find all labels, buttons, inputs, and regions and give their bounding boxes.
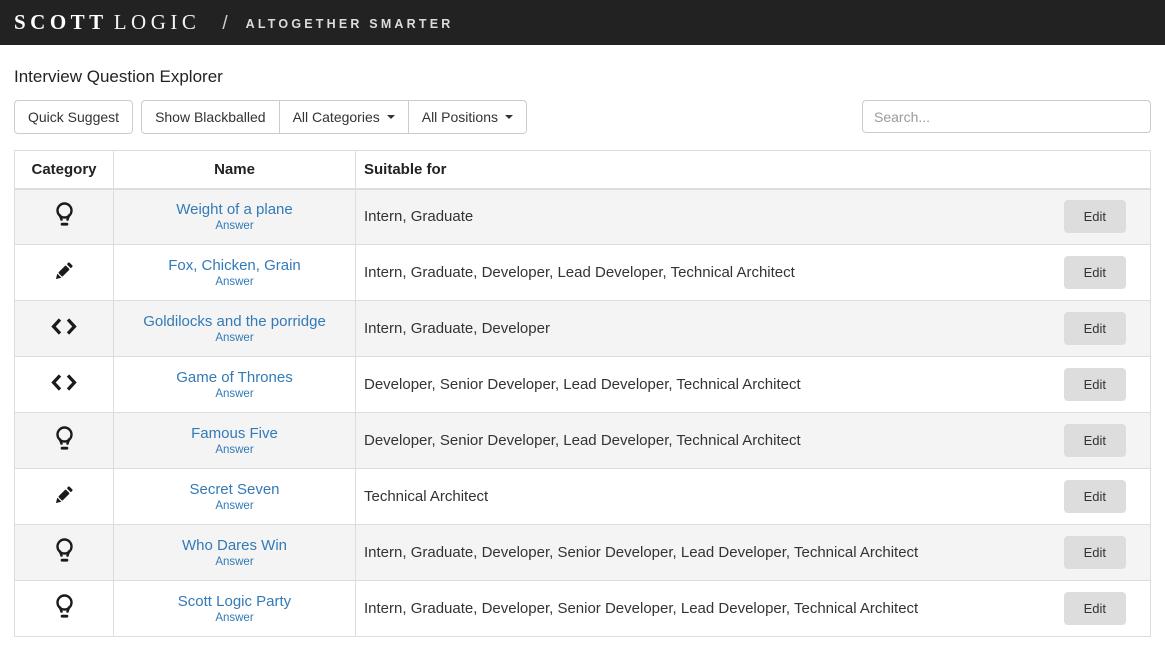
code-icon — [50, 373, 78, 392]
page-title: Interview Question Explorer — [14, 67, 1151, 87]
questions-table: Category Name Suitable for Weight of a p… — [14, 150, 1151, 637]
suitable-for-cell: Intern, Graduate, Developer Edit — [356, 301, 1151, 357]
lightbulb-icon — [54, 593, 75, 620]
suitable-for-text: Intern, Graduate, Developer — [364, 320, 550, 337]
categories-dropdown-label: All Categories — [293, 109, 380, 125]
name-column-header: Name — [114, 151, 356, 189]
answer-link[interactable]: Answer — [114, 500, 355, 512]
name-cell: Scott Logic Party Answer — [114, 581, 356, 637]
suitable-for-cell: Intern, Graduate, Developer, Senior Deve… — [356, 525, 1151, 581]
category-cell — [15, 301, 114, 357]
suitable-for-text: Developer, Senior Developer, Lead Develo… — [364, 376, 801, 393]
brand-separator: / — [222, 13, 227, 35]
scott-logic-logo[interactable]: SCOTT LOGIC / ALTOGETHER SMARTER — [14, 10, 454, 35]
question-name-link[interactable]: Weight of a plane — [114, 201, 355, 218]
filter-button-group: Show Blackballed All Categories All Posi… — [141, 100, 527, 134]
suitable-for-column-header: Suitable for — [356, 151, 1151, 189]
lightbulb-icon — [54, 201, 75, 228]
pencil-icon — [52, 258, 77, 283]
quick-suggest-button[interactable]: Quick Suggest — [14, 100, 133, 134]
category-column-header: Category — [15, 151, 114, 189]
question-row: Scott Logic Party Answer Intern, Graduat… — [15, 581, 1151, 637]
suitable-for-text: Developer, Senior Developer, Lead Develo… — [364, 432, 801, 449]
question-row: Fox, Chicken, Grain Answer Intern, Gradu… — [15, 245, 1151, 301]
page-container: Interview Question Explorer Quick Sugges… — [0, 67, 1165, 637]
edit-button[interactable]: Edit — [1064, 256, 1126, 289]
answer-link[interactable]: Answer — [114, 556, 355, 568]
question-row: Goldilocks and the porridge Answer Inter… — [15, 301, 1151, 357]
name-cell: Secret Seven Answer — [114, 469, 356, 525]
suitable-for-cell: Intern, Graduate, Developer, Senior Deve… — [356, 581, 1151, 637]
suitable-for-cell: Technical Architect Edit — [356, 469, 1151, 525]
positions-dropdown[interactable]: All Positions — [408, 100, 527, 134]
category-cell — [15, 469, 114, 525]
suitable-for-text: Intern, Graduate — [364, 208, 473, 225]
answer-link[interactable]: Answer — [114, 612, 355, 624]
suitable-for-cell: Developer, Senior Developer, Lead Develo… — [356, 357, 1151, 413]
name-cell: Famous Five Answer — [114, 413, 356, 469]
lightbulb-icon — [54, 537, 75, 564]
suitable-for-text: Intern, Graduate, Developer, Senior Deve… — [364, 544, 918, 561]
suitable-for-cell: Intern, Graduate, Developer, Lead Develo… — [356, 245, 1151, 301]
caret-down-icon — [505, 115, 513, 119]
categories-dropdown[interactable]: All Categories — [279, 100, 409, 134]
toolbar: Quick Suggest Show Blackballed All Categ… — [14, 100, 1151, 134]
suitable-for-cell: Intern, Graduate Edit — [356, 189, 1151, 245]
category-cell — [15, 413, 114, 469]
edit-button[interactable]: Edit — [1064, 312, 1126, 345]
answer-link[interactable]: Answer — [114, 220, 355, 232]
caret-down-icon — [387, 115, 395, 119]
brand-tagline: ALTOGETHER SMARTER — [246, 17, 454, 31]
category-cell — [15, 581, 114, 637]
code-icon — [50, 317, 78, 336]
pencil-icon — [52, 482, 77, 507]
question-name-link[interactable]: Secret Seven — [114, 481, 355, 498]
question-name-link[interactable]: Famous Five — [114, 425, 355, 442]
category-cell — [15, 245, 114, 301]
brand-logic: LOGIC — [114, 10, 201, 35]
table-header-row: Category Name Suitable for — [15, 151, 1151, 189]
question-name-link[interactable]: Who Dares Win — [114, 537, 355, 554]
category-cell — [15, 357, 114, 413]
brand-scott: SCOTT — [14, 10, 108, 35]
answer-link[interactable]: Answer — [114, 332, 355, 344]
suitable-for-text: Intern, Graduate, Developer, Lead Develo… — [364, 264, 795, 281]
name-cell: Game of Thrones Answer — [114, 357, 356, 413]
question-row: Famous Five Answer Developer, Senior Dev… — [15, 413, 1151, 469]
search-container — [862, 100, 1151, 133]
name-cell: Weight of a plane Answer — [114, 189, 356, 245]
lightbulb-icon — [54, 425, 75, 452]
question-name-link[interactable]: Fox, Chicken, Grain — [114, 257, 355, 274]
category-cell — [15, 189, 114, 245]
edit-button[interactable]: Edit — [1064, 480, 1126, 513]
suitable-for-text: Intern, Graduate, Developer, Senior Deve… — [364, 600, 918, 617]
question-row: Secret Seven Answer Technical Architect … — [15, 469, 1151, 525]
name-cell: Goldilocks and the porridge Answer — [114, 301, 356, 357]
edit-button[interactable]: Edit — [1064, 424, 1126, 457]
question-name-link[interactable]: Game of Thrones — [114, 369, 355, 386]
suitable-for-text: Technical Architect — [364, 488, 488, 505]
edit-button[interactable]: Edit — [1064, 536, 1126, 569]
edit-button[interactable]: Edit — [1064, 592, 1126, 625]
suitable-for-cell: Developer, Senior Developer, Lead Develo… — [356, 413, 1151, 469]
search-input[interactable] — [862, 100, 1151, 133]
edit-button[interactable]: Edit — [1064, 368, 1126, 401]
answer-link[interactable]: Answer — [114, 388, 355, 400]
show-blackballed-button[interactable]: Show Blackballed — [141, 100, 280, 134]
question-row: Game of Thrones Answer Developer, Senior… — [15, 357, 1151, 413]
top-navbar: SCOTT LOGIC / ALTOGETHER SMARTER — [0, 0, 1165, 45]
answer-link[interactable]: Answer — [114, 444, 355, 456]
question-row: Who Dares Win Answer Intern, Graduate, D… — [15, 525, 1151, 581]
edit-button[interactable]: Edit — [1064, 200, 1126, 233]
question-row: Weight of a plane Answer Intern, Graduat… — [15, 189, 1151, 245]
question-name-link[interactable]: Scott Logic Party — [114, 593, 355, 610]
category-cell — [15, 525, 114, 581]
positions-dropdown-label: All Positions — [422, 109, 498, 125]
answer-link[interactable]: Answer — [114, 276, 355, 288]
question-name-link[interactable]: Goldilocks and the porridge — [114, 313, 355, 330]
name-cell: Who Dares Win Answer — [114, 525, 356, 581]
name-cell: Fox, Chicken, Grain Answer — [114, 245, 356, 301]
